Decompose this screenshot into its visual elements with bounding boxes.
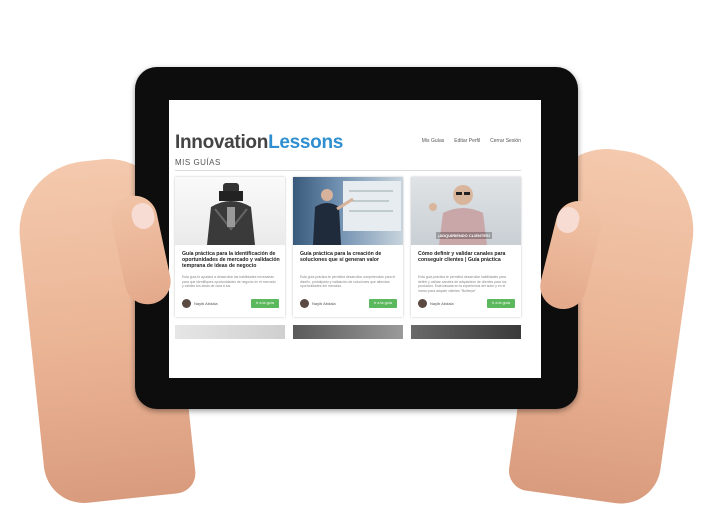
guide-image-caption: ¡ADQUIRIENDO CLIENTES! [436, 232, 492, 239]
site-logo[interactable]: InnovationLessons [175, 132, 343, 154]
author-name: Nayib Abdala [312, 301, 336, 306]
guide-card-title[interactable]: Cómo definir y validar canales para cons… [418, 251, 516, 263]
nav-cerrar-sesion[interactable]: Cerrar Sesión [490, 138, 521, 144]
author-avatar [300, 299, 309, 308]
guide-card-image [293, 177, 403, 245]
guide-card-title[interactable]: Guía práctica para la creación de soluci… [300, 251, 398, 263]
guide-card[interactable]: Guía práctica para la creación de soluci… [293, 177, 403, 317]
author-name: Nayib Abdala [194, 301, 218, 306]
go-to-guide-button[interactable]: Ir a la guía [487, 299, 515, 308]
guide-card-footer: Nayib Abdala Ir a la guía [182, 299, 279, 309]
top-nav: Mis Guías Editar Perfil Cerrar Sesión [422, 138, 521, 144]
go-to-guide-button[interactable]: Ir a la guía [369, 299, 397, 308]
guide-card-description: Esta guía te ayudará a desarrollar las h… [182, 275, 276, 289]
person-binoculars-illustration [207, 183, 255, 245]
guide-card-footer: Nayib Abdala Ir a la guía [418, 299, 515, 309]
guide-card-image: ¡ADQUIRIENDO CLIENTES! [411, 177, 521, 245]
nav-editar-perfil[interactable]: Editar Perfil [454, 138, 480, 144]
guide-card-image [175, 177, 285, 245]
guide-card[interactable]: Guía práctica para la identificación de … [175, 177, 285, 317]
tablet-screen: InnovationLessons Mis Guías Editar Perfi… [169, 100, 541, 378]
author-avatar [182, 299, 191, 308]
nav-mis-guias[interactable]: Mis Guías [422, 138, 445, 144]
section-divider [175, 170, 521, 171]
author-name: Nayib Abdala [430, 301, 454, 306]
author-avatar [418, 299, 427, 308]
guide-card-partial[interactable] [411, 325, 521, 339]
guide-card-description: Esta guía práctica te permitirá desarrol… [300, 275, 396, 289]
guide-card-footer: Nayib Abdala Ir a la guía [300, 299, 397, 309]
section-title: MIS GUÍAS [175, 158, 221, 167]
guide-card-description: Esta guía práctica te permitirá desarrol… [418, 275, 507, 293]
logo-part-innovation: Innovation [175, 132, 269, 153]
guide-card[interactable]: ¡ADQUIRIENDO CLIENTES! Cómo definir y va… [411, 177, 521, 317]
logo-part-lessons: Lessons [268, 132, 344, 153]
guide-card-partial[interactable] [175, 325, 285, 339]
guide-card-partial[interactable] [293, 325, 403, 339]
go-to-guide-button[interactable]: Ir a la guía [251, 299, 279, 308]
presenter-whiteboard-photo [313, 181, 401, 245]
guide-card-title[interactable]: Guía práctica para la identificación de … [182, 251, 280, 270]
